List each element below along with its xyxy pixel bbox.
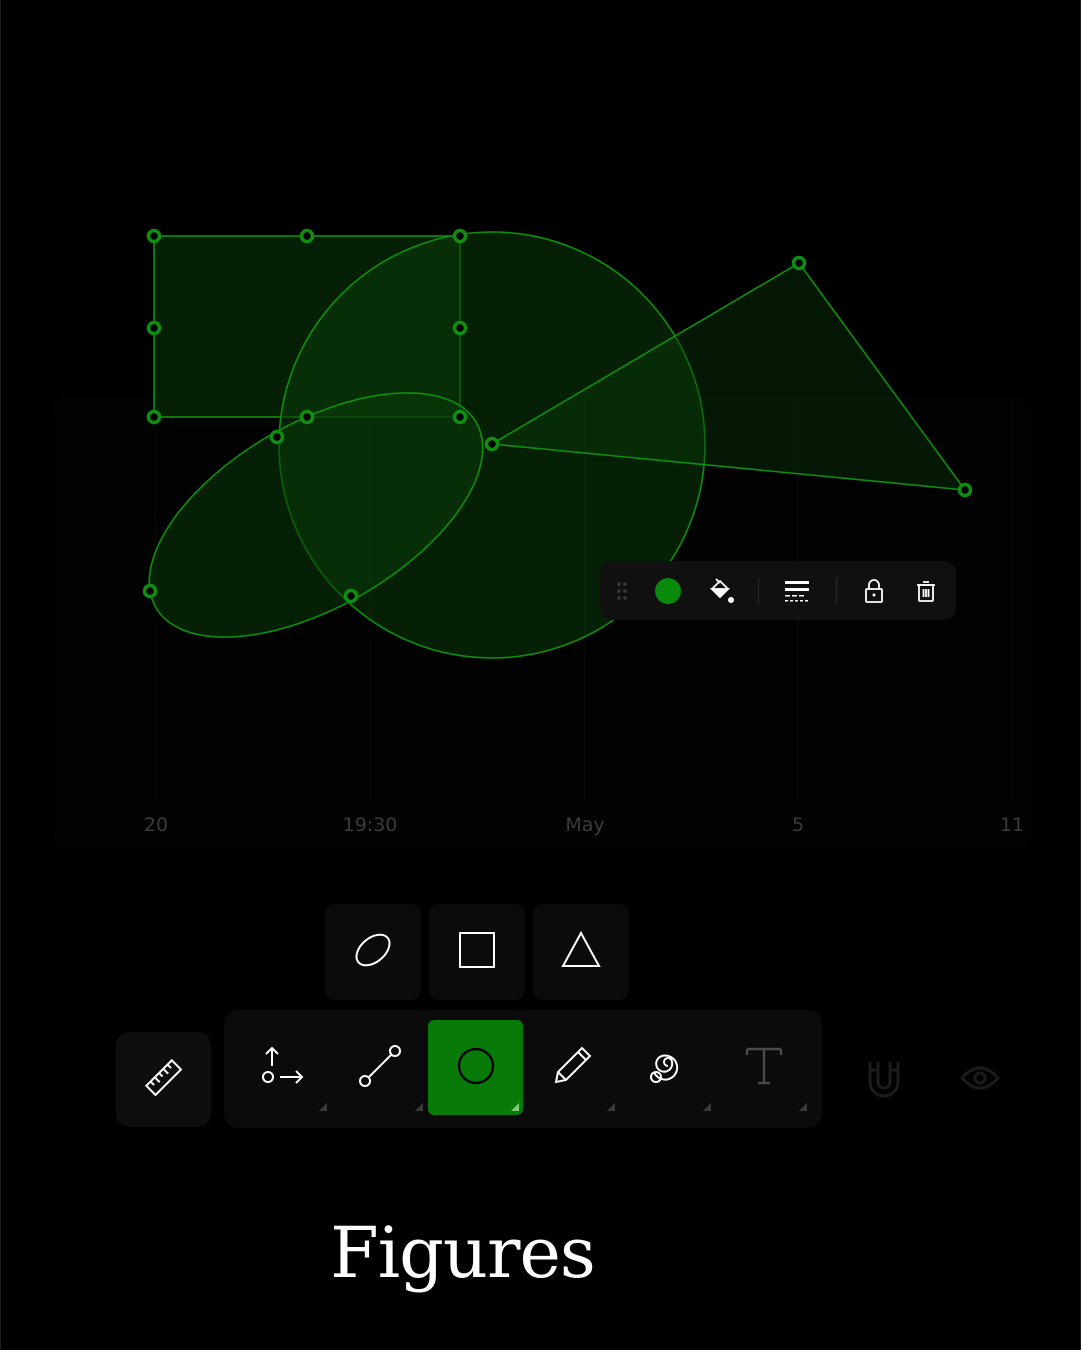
arrows-tool-button[interactable]	[236, 1020, 331, 1115]
line-icon	[357, 1043, 403, 1093]
ruler-button[interactable]	[116, 1032, 211, 1127]
color-swatch[interactable]	[648, 561, 688, 620]
spiral-icon	[646, 1044, 690, 1092]
axis-label-4: 5	[791, 814, 805, 836]
rectangle-handle[interactable]	[146, 228, 162, 244]
delete-icon[interactable]	[908, 561, 944, 620]
ellipse-icon	[352, 929, 394, 975]
ellipse-handle[interactable]	[142, 583, 158, 599]
toolbar-divider	[758, 578, 759, 604]
circle-icon	[456, 1046, 496, 1090]
lock-icon[interactable]	[856, 561, 892, 620]
rectangle-handle[interactable]	[299, 228, 315, 244]
shape-toolbar	[600, 561, 956, 620]
magnet-icon	[866, 1058, 902, 1102]
triangle-icon	[560, 930, 602, 974]
pencil-icon	[550, 1044, 594, 1092]
arrows-icon	[260, 1044, 308, 1092]
eye-icon	[959, 1064, 1001, 1096]
text-icon	[744, 1045, 784, 1091]
ellipse-handle[interactable]	[269, 429, 285, 445]
rectangle-shape-button[interactable]	[429, 904, 525, 1000]
submenu-indicator	[799, 1103, 807, 1111]
rectangle-handle[interactable]	[299, 409, 315, 425]
submenu-indicator	[415, 1103, 423, 1111]
triangle-handle[interactable]	[957, 482, 973, 498]
triangle-shape-button[interactable]	[533, 904, 629, 1000]
main-toolbar	[224, 1010, 822, 1128]
axis-label-1: 20	[143, 814, 169, 836]
triangle-handle[interactable]	[791, 255, 807, 271]
ruler-icon	[142, 1056, 186, 1104]
submenu-indicator	[703, 1103, 711, 1111]
axis-label-3: May	[565, 814, 605, 836]
ellipse-handle[interactable]	[343, 588, 359, 604]
triangle-handle[interactable]	[484, 436, 500, 452]
magnet-button[interactable]	[856, 1052, 912, 1108]
rectangle-handle[interactable]	[452, 228, 468, 244]
axis-label-2: 19:30	[342, 814, 398, 836]
caption-title: Figures	[330, 1212, 596, 1294]
line-tool-button[interactable]	[332, 1020, 427, 1115]
rectangle-handle[interactable]	[452, 409, 468, 425]
rectangle-handle[interactable]	[452, 320, 468, 336]
axis-label-5: 11	[999, 814, 1025, 836]
pencil-tool-button[interactable]	[524, 1020, 619, 1115]
rectangle-handle[interactable]	[146, 409, 162, 425]
toolbar-divider	[836, 578, 837, 604]
drawing-canvas[interactable]	[0, 0, 1081, 900]
line-style-icon[interactable]	[776, 561, 818, 620]
ellipse-shape-button[interactable]	[325, 904, 421, 1000]
rectangle-handle[interactable]	[146, 320, 162, 336]
visibility-button[interactable]	[952, 1052, 1008, 1108]
submenu-indicator	[319, 1103, 327, 1111]
fill-bucket-icon[interactable]	[700, 561, 740, 620]
rectangle-icon	[457, 930, 497, 974]
spiral-tool-button[interactable]	[620, 1020, 715, 1115]
drag-handle-icon[interactable]	[610, 561, 634, 620]
text-tool-button[interactable]	[716, 1020, 811, 1115]
submenu-indicator	[511, 1103, 519, 1111]
circle-tool-button[interactable]	[428, 1020, 523, 1115]
submenu-indicator	[607, 1103, 615, 1111]
